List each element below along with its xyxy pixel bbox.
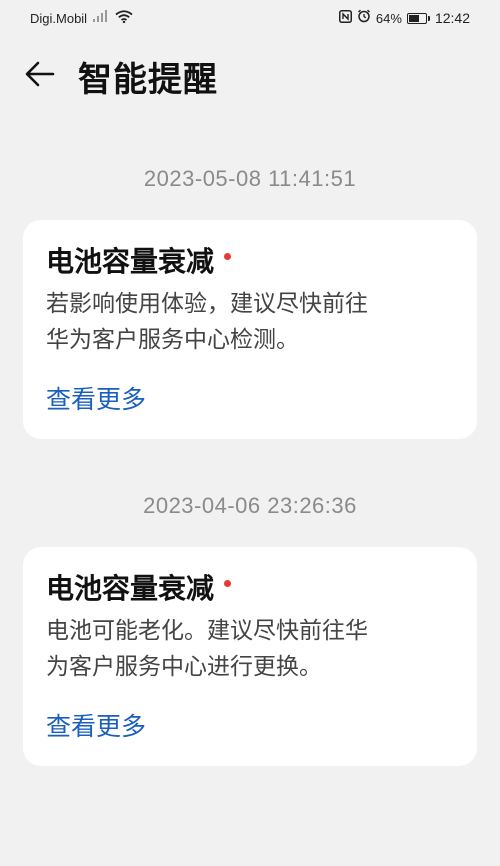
status-bar-right: 64% 12:42: [338, 9, 470, 27]
card-title-row: 电池容量衰减: [46, 240, 455, 280]
status-bar: Digi.Mobil 64% 12:42: [0, 0, 500, 36]
notification-card: 电池容量衰减 电池可能老化。建议尽快前往华 为客户服务中心进行更换。 查看更多: [23, 547, 477, 766]
carrier-name: Digi.Mobil: [30, 10, 88, 26]
signal-icon: [93, 10, 109, 26]
back-arrow-icon: [25, 61, 55, 91]
wifi-icon: [115, 9, 133, 27]
status-bar-left: Digi.Mobil: [30, 9, 133, 27]
battery-fill: [408, 14, 420, 22]
app-header: 智能提醒: [0, 44, 500, 108]
card-body-line: 华为客户服务中心检测。: [46, 327, 299, 353]
card-body-line: 为客户服务中心进行更换。: [46, 654, 322, 680]
card-body-line: 电池可能老化。建议尽快前往华: [46, 618, 368, 644]
battery-percent: 64%: [375, 10, 402, 26]
card-body: 若影响使用体验，建议尽快前往 华为客户服务中心检测。: [46, 286, 455, 358]
view-more-link[interactable]: 查看更多: [46, 380, 146, 416]
card-title: 电池容量衰减: [46, 245, 215, 278]
card-body: 电池可能老化。建议尽快前往华 为客户服务中心进行更换。: [46, 613, 455, 685]
page-title: 智能提醒: [78, 59, 218, 100]
unread-dot-icon: [224, 252, 232, 260]
back-button[interactable]: [20, 56, 60, 96]
notification-timestamp: 2023-04-06 23:26:36: [143, 493, 357, 518]
clock: 12:42: [434, 10, 470, 26]
unread-dot-icon: [224, 579, 232, 587]
card-title: 电池容量衰减: [46, 572, 215, 605]
view-more-link[interactable]: 查看更多: [46, 707, 146, 743]
battery-icon: [406, 12, 430, 24]
nfc-icon: [338, 9, 352, 27]
notification-timestamp: 2023-05-08 11:41:51: [143, 166, 357, 191]
card-title-row: 电池容量衰减: [46, 567, 455, 607]
card-body-line: 若影响使用体验，建议尽快前往: [46, 291, 368, 317]
alarm-icon: [357, 9, 371, 27]
notification-card: 电池容量衰减 若影响使用体验，建议尽快前往 华为客户服务中心检测。 查看更多: [23, 220, 477, 439]
